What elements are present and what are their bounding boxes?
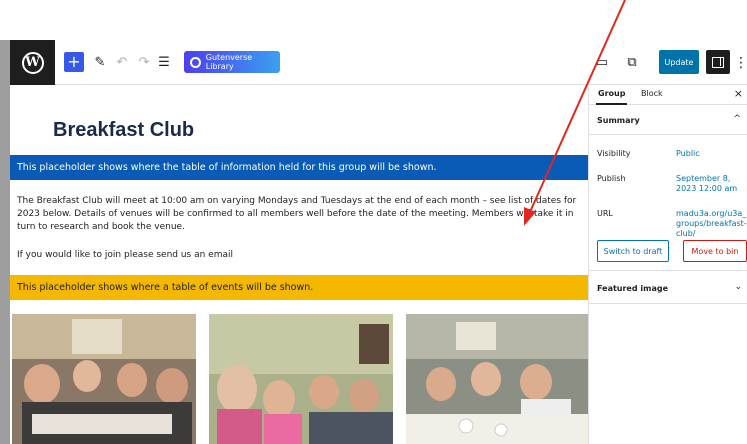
editor-toolbar: W + ✎ ↶ ↷ ☰ Gutenverse Library ▭ ⧉ Updat… [10, 40, 747, 85]
redo-icon[interactable]: ↷ [136, 52, 152, 73]
url-label: URL [597, 209, 613, 218]
publish-value[interactable]: September 8, 2023 12:00 am [676, 174, 746, 194]
close-icon[interactable]: × [734, 87, 743, 100]
settings-sidebar: Group Block × Summary ^ Visibility Publi… [588, 85, 747, 444]
settings-toggle-button[interactable] [706, 50, 730, 74]
update-button[interactable]: Update [659, 50, 699, 74]
description-paragraph[interactable]: The Breakfast Club will meet at 10:00 am… [17, 195, 583, 234]
info-placeholder-block[interactable]: This placeholder shows where the table o… [10, 155, 588, 180]
gutenverse-label: Gutenverse Library [205, 53, 253, 71]
summary-label: Summary [597, 116, 640, 125]
sidebar-tabs: Group Block × [589, 85, 747, 105]
gutenverse-library-button[interactable]: Gutenverse Library [184, 51, 280, 73]
external-link-icon[interactable]: ⧉ [624, 52, 640, 73]
tab-block[interactable]: Block [641, 89, 663, 98]
chevron-down-icon: ⌄ [734, 282, 742, 292]
featured-image-label: Featured image [597, 284, 668, 293]
events-placeholder-block[interactable]: This placeholder shows where a table of … [10, 275, 588, 300]
undo-icon[interactable]: ↶ [114, 52, 130, 73]
editor-canvas[interactable]: Breakfast Club This placeholder shows wh… [10, 85, 588, 444]
summary-panel-header[interactable]: Summary ^ [589, 105, 747, 135]
chevron-up-icon: ^ [733, 114, 741, 124]
gallery-photo-3[interactable] [406, 314, 588, 444]
sidebar-icon [712, 56, 724, 68]
url-value[interactable]: madu3a.org/u3a_ groups/breakfast- club/ [676, 209, 747, 239]
publish-label: Publish [597, 174, 626, 183]
tab-group[interactable]: Group [595, 89, 628, 105]
visibility-value[interactable]: Public [676, 149, 746, 159]
switch-to-draft-button[interactable]: Switch to draft [597, 240, 669, 262]
add-block-button[interactable]: + [64, 52, 84, 72]
featured-image-panel[interactable]: Featured image ⌄ [589, 270, 747, 304]
document-outline-icon[interactable]: ☰ [156, 52, 172, 73]
move-to-bin-button[interactable]: Move to bin [683, 240, 747, 262]
more-options-icon[interactable]: ⋮ [734, 52, 747, 73]
pen-icon[interactable]: ✎ [92, 52, 108, 73]
gallery-photo-2[interactable] [209, 314, 393, 444]
left-edge-stripe [0, 40, 10, 444]
view-icon[interactable]: ▭ [594, 52, 610, 73]
join-paragraph[interactable]: If you would like to join please send us… [17, 250, 233, 260]
gallery-photo-1[interactable] [12, 314, 196, 444]
visibility-label: Visibility [597, 149, 631, 158]
wordpress-icon: W [21, 51, 44, 74]
gutenverse-icon [190, 56, 201, 68]
page-title[interactable]: Breakfast Club [53, 119, 194, 142]
wordpress-logo-button[interactable]: W [10, 40, 55, 85]
